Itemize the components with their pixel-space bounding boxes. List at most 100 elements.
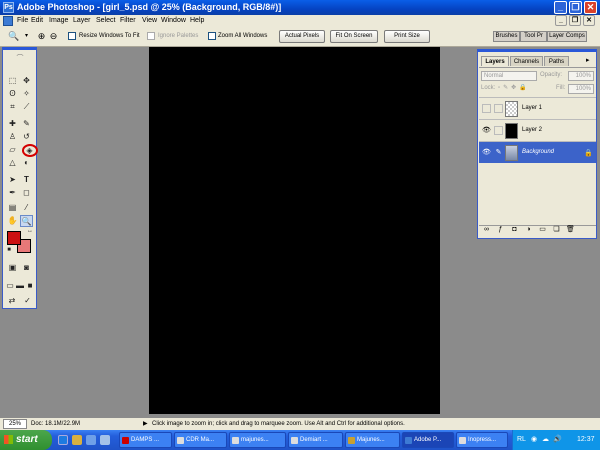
notes-tool-icon[interactable]: ▤ [6, 202, 19, 214]
eyedropper-tool-icon[interactable]: ⁄ [20, 202, 33, 214]
zoom-out-icon[interactable]: ⊖ [48, 31, 59, 42]
lasso-tool-icon[interactable]: ʘ [6, 88, 19, 100]
menu-select[interactable]: Select [96, 15, 115, 27]
layer-mask-icon[interactable]: ◘ [510, 225, 519, 234]
document-icon[interactable] [3, 16, 13, 26]
adjustment-layer-icon[interactable]: ◑ [524, 225, 533, 234]
language-indicator[interactable]: RL [517, 430, 526, 450]
eraser-tool-icon[interactable]: ▱ [6, 144, 19, 156]
start-button[interactable]: start [0, 430, 52, 450]
close-button[interactable]: ✕ [584, 1, 597, 14]
menu-image[interactable]: Image [49, 15, 68, 27]
full-screen-mode-icon[interactable]: ■ [25, 280, 35, 292]
link-layers-icon[interactable]: ∞ [482, 225, 491, 234]
menu-filter[interactable]: Filter [120, 15, 136, 27]
new-group-icon[interactable]: ▭ [538, 225, 547, 234]
healing-brush-tool-icon[interactable]: ✚ [6, 118, 19, 130]
brush-tool-icon[interactable]: ✎ [20, 118, 33, 130]
zoom-in-icon[interactable]: ⊕ [36, 31, 47, 42]
zoom-tool-icon[interactable]: 🔍 [20, 215, 33, 227]
tab-layers[interactable]: Layers [481, 56, 509, 66]
link-toggle[interactable] [494, 126, 503, 135]
clone-stamp-tool-icon[interactable]: ♙ [6, 131, 19, 143]
eye-icon[interactable]: 👁 [482, 126, 491, 135]
layer-row-selected[interactable]: 👁 ✎ Background 🔒 [479, 141, 596, 163]
task-button-active[interactable]: Adobe P... [402, 432, 454, 448]
menu-edit[interactable]: Edit [31, 15, 43, 27]
media-icon[interactable] [100, 435, 110, 445]
path-selection-tool-icon[interactable]: ➤ [6, 174, 19, 186]
hand-tool-icon[interactable]: ✋ [6, 215, 19, 227]
blur-tool-icon[interactable]: △ [6, 157, 19, 169]
default-colors-icon[interactable]: ■ [5, 246, 13, 254]
move-tool-icon[interactable]: ✥ [20, 75, 33, 87]
zoom-field[interactable]: 25% [3, 419, 27, 429]
dock-tab-brushes[interactable]: Brushes [493, 31, 520, 42]
menu-layer[interactable]: Layer [73, 15, 91, 27]
visibility-toggle[interactable] [482, 104, 491, 113]
chevron-down-icon[interactable]: ▾ [21, 31, 32, 42]
menu-view[interactable]: View [142, 15, 157, 27]
doc-restore-button[interactable]: ❐ [569, 15, 581, 26]
type-tool-icon[interactable]: T [20, 174, 33, 186]
print-size-button[interactable]: Print Size [384, 30, 430, 43]
menu-window[interactable]: Window [161, 15, 186, 27]
pen-tool-icon[interactable]: ✒ [6, 187, 19, 199]
slice-tool-icon[interactable]: ⟋ [20, 101, 33, 113]
tab-channels[interactable]: Channels [510, 56, 543, 66]
standard-screen-mode-icon[interactable]: ▭ [5, 280, 15, 292]
task-button[interactable]: Majunes... [345, 432, 400, 448]
link-toggle[interactable] [494, 104, 503, 113]
fit-on-screen-button[interactable]: Fit On Screen [330, 30, 378, 43]
blend-mode-select[interactable]: Normal [481, 71, 537, 81]
volume-icon[interactable]: 🔊 [553, 430, 562, 450]
tray-icon[interactable]: ☁ [542, 430, 549, 450]
task-button[interactable]: majunes... [229, 432, 286, 448]
dodge-tool-icon[interactable]: ◐ [20, 157, 33, 169]
outlook-icon[interactable] [72, 435, 82, 445]
swap-colors-icon[interactable]: ↔ [26, 227, 34, 235]
task-button[interactable]: Demiart ... [288, 432, 343, 448]
status-arrow-icon[interactable]: ▶ [143, 418, 148, 430]
zoom-all-windows-checkbox[interactable] [208, 32, 216, 40]
palette-menu-icon[interactable]: ▸ [586, 56, 590, 64]
resize-windows-checkbox[interactable] [68, 32, 76, 40]
trash-icon[interactable]: 🗑 [566, 225, 575, 234]
imageready-icon[interactable]: ✓ [21, 295, 34, 307]
restore-button[interactable]: ❐ [569, 1, 582, 14]
ignore-palettes-checkbox[interactable] [147, 32, 155, 40]
tray-icon[interactable]: ◉ [531, 430, 537, 450]
actual-pixels-button[interactable]: Actual Pixels [279, 30, 325, 43]
quick-mask-mode-icon[interactable]: ◙ [20, 262, 33, 274]
fill-input[interactable]: 100% [568, 84, 594, 94]
opacity-input[interactable]: 100% [568, 71, 594, 81]
doc-minimize-button[interactable]: _ [555, 15, 567, 26]
marquee-tool-icon[interactable]: ⬚ [6, 75, 19, 87]
history-brush-tool-icon[interactable]: ↺ [20, 131, 33, 143]
menu-help[interactable]: Help [190, 15, 204, 27]
layer-style-icon[interactable]: ƒ [496, 225, 505, 234]
minimize-button[interactable]: _ [554, 1, 567, 14]
task-button[interactable]: CDR Ma... [174, 432, 227, 448]
ie-icon[interactable] [58, 435, 68, 445]
standard-mode-icon[interactable]: ▣ [6, 262, 19, 274]
eye-icon[interactable]: 👁 [482, 148, 491, 157]
task-button[interactable]: Inopress... [456, 432, 508, 448]
lock-icons[interactable]: ▫✎✥🔒 [498, 84, 530, 91]
layer-row[interactable]: 👁 Layer 2 [479, 119, 596, 141]
dock-tab-layer-comps[interactable]: Layer Comps [547, 31, 587, 42]
full-screen-menu-mode-icon[interactable]: ▬ [15, 280, 25, 292]
doc-close-button[interactable]: ✕ [583, 15, 595, 26]
desktop-icon[interactable] [86, 435, 96, 445]
layer-row[interactable]: Layer 1 [479, 97, 596, 119]
tab-paths[interactable]: Paths [544, 56, 569, 66]
menu-file[interactable]: File [17, 15, 28, 27]
jump-to-imageready-icon[interactable]: ⇄ [5, 295, 19, 307]
zoom-tool-preset-icon[interactable]: 🔍 [8, 31, 19, 42]
new-layer-icon[interactable]: ❏ [552, 225, 561, 234]
crop-tool-icon[interactable]: ⌗ [6, 101, 19, 113]
dock-tab-tool-presets[interactable]: Tool Pr [520, 31, 547, 42]
task-button[interactable]: DAMPS ... [119, 432, 172, 448]
document-canvas[interactable] [149, 47, 440, 414]
shape-tool-icon[interactable]: ◻ [20, 187, 33, 199]
